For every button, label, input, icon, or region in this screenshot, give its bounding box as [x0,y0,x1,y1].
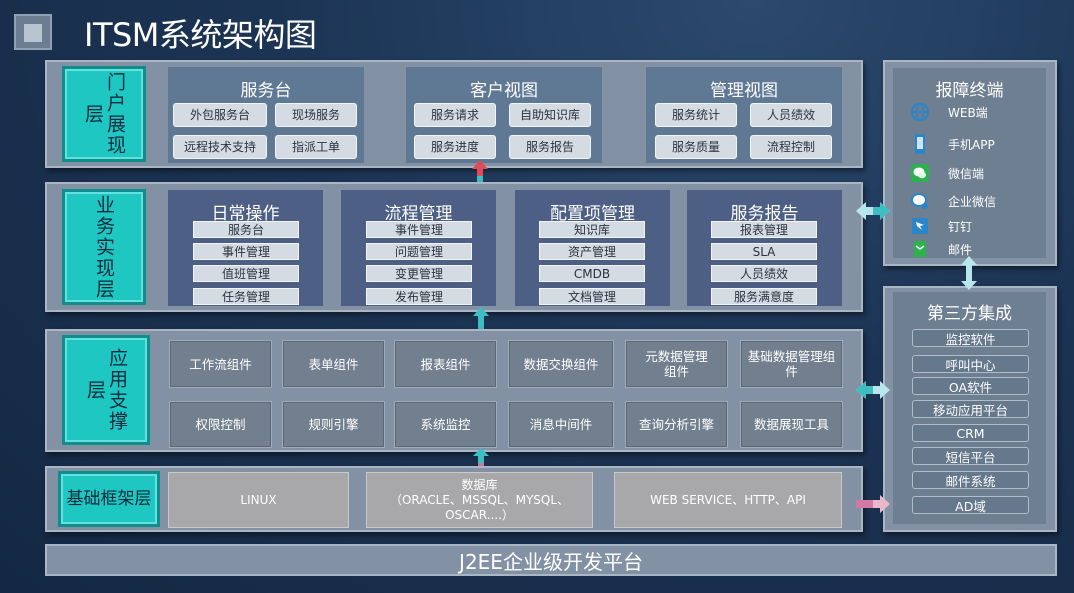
base-item-linux: LINUX [168,472,349,528]
integration-item: OA软件 [912,377,1029,395]
panel-title: 客户视图 [470,81,538,101]
chip: 变更管理 [366,265,472,282]
chip: 服务质量 [655,135,737,159]
terminal-web: WEB端 [910,102,988,122]
dingtalk-icon [910,216,930,236]
chip: 事件管理 [193,243,299,260]
component: 系统监控 [394,401,497,448]
terminal-work-wechat: 企业微信 [910,191,996,211]
integration-item: 监控软件 [912,329,1029,347]
portal-layer-label: 门户展现层 [62,66,146,162]
chip: 指派工单 [275,135,357,159]
app-support-layer-label: 应用支撑层 [62,335,150,445]
chip: 问题管理 [366,243,472,260]
chip: 人员绩效 [711,265,817,282]
chip: 资产管理 [539,243,645,260]
component: 基础数据管理组 件 [740,340,843,388]
terminal-label: 钉钉 [948,219,973,234]
component: 报表组件 [394,340,497,388]
third-party-title: 第三方集成 [927,304,1012,324]
chip: 文档管理 [539,288,645,305]
chip: 服务台 [193,221,299,238]
h-arrow-base-thirdparty [856,495,890,513]
terminal-label: 手机APP [948,137,995,152]
chip: 服务进度 [414,135,496,159]
h-arrow-app-thirdparty [856,381,890,399]
panel-title: 服务台 [240,81,292,101]
integration-item: AD域 [912,496,1029,514]
component: 表单组件 [282,340,385,388]
chip: 值班管理 [193,265,299,282]
base-framework-layer-label: 基础框架层 [58,471,160,527]
page-title: ITSM系统架构图 [84,16,317,54]
v-arrow-terminals-thirdparty [961,256,977,290]
wechat-icon [910,163,930,183]
component: 元数据管理 组件 [625,340,728,388]
globe-icon [910,102,930,122]
terminal-app: 手机APP [910,134,995,154]
base-item-database: 数据库 （ORACLE、MSSQL、MYSQL、 OSCAR....） [366,472,593,528]
chip: 远程技术支持 [173,135,267,159]
chip: 事件管理 [366,221,472,238]
chip: 服务报告 [509,135,591,159]
logo-square [14,14,52,50]
chip: 服务统计 [655,103,737,127]
component: 规则引擎 [282,401,385,448]
chip: 现场服务 [275,103,357,127]
h-arrow-business-terminals [856,202,890,220]
chip: 外包服务台 [173,103,267,127]
chip: 流程控制 [750,135,832,159]
terminal-label: WEB端 [948,105,988,120]
terminal-label: 微信端 [948,166,985,181]
chip: 服务满意度 [711,288,817,305]
component: 工作流组件 [169,340,272,388]
chip: 报表管理 [711,221,817,238]
terminal-label: 邮件 [948,242,973,257]
component: 消息中间件 [508,401,614,448]
base-item-webservice: WEB SERVICE、HTTP、API [614,472,842,528]
phone-icon [910,134,930,154]
component: 数据展现工具 [740,401,843,448]
component: 查询分析引擎 [625,401,728,448]
chip: 人员绩效 [750,103,832,127]
chip: 知识库 [539,221,645,238]
chip: 服务请求 [414,103,496,127]
chip: 发布管理 [366,288,472,305]
terminals-title: 报障终端 [935,81,1004,101]
chip: 任务管理 [193,288,299,305]
integration-item: 邮件系统 [912,471,1029,489]
chip: CMDB [539,265,645,282]
work-wechat-icon [910,191,930,211]
terminal-label: 企业微信 [948,194,997,209]
chip: 自助知识库 [509,103,591,127]
business-layer-label: 业务实现层 [62,189,146,305]
integration-item: 短信平台 [912,447,1029,465]
terminal-dingtalk: 钉钉 [910,216,972,236]
platform-bar: J2EE企业级开发平台 [45,544,1057,576]
chip: SLA [711,243,817,260]
integration-item: CRM [912,424,1029,442]
mail-icon [910,239,930,259]
panel-title: 管理视图 [710,81,778,101]
integration-item: 呼叫中心 [912,355,1029,373]
integration-item: 移动应用平台 [912,400,1029,418]
component: 数据交换组件 [508,340,614,388]
component: 权限控制 [169,401,272,448]
terminal-wechat: 微信端 [910,163,984,183]
